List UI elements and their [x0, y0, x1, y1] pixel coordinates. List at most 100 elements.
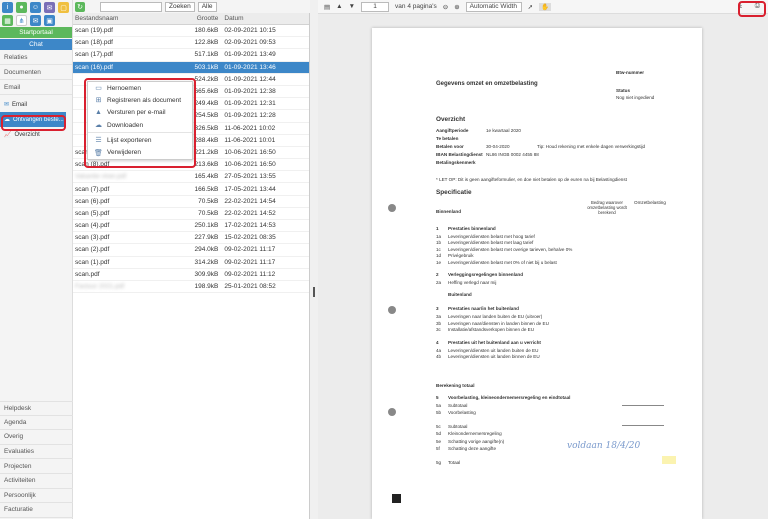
mail-icon[interactable]: ✉: [44, 2, 55, 13]
file-name: Vakantie vloer.pdf: [75, 173, 127, 181]
file-date: 02-09-2021 09:53: [224, 39, 276, 47]
table-row[interactable]: scan (3).pdf 227.9kB 15-02-2021 08:35: [73, 232, 309, 245]
search-input[interactable]: [100, 1, 162, 12]
chat-icon[interactable]: ●: [16, 2, 27, 13]
table-row[interactable]: scan (19).pdf 180.6kB 02-09-2021 10:15: [73, 25, 309, 38]
nav-overig[interactable]: Overig: [0, 430, 73, 445]
overview-heading: Overzicht: [436, 116, 466, 123]
table-row[interactable]: scan (5).pdf 70.5kB 22-02-2021 14:52: [73, 208, 309, 220]
total-line: 5 Voorbelasting, kleineondernemersregelin…: [436, 395, 676, 403]
total-text: Schatting deze aangifte: [448, 446, 497, 451]
punch-hole: [388, 408, 396, 416]
line-code: 2a: [436, 279, 442, 285]
search-button[interactable]: Zoeken: [165, 1, 195, 12]
file-date: 01-09-2021 12:44: [224, 75, 276, 83]
sidebar-toggle-icon[interactable]: ▤: [324, 3, 330, 11]
nav-relaties[interactable]: Relaties: [0, 50, 72, 65]
refresh-icon[interactable]: ↻: [75, 1, 85, 12]
file-date: 01-09-2021 13:46: [224, 63, 276, 71]
pane-splitter[interactable]: [310, 0, 318, 519]
col-date-header[interactable]: Datum: [220, 15, 309, 22]
next-page-icon[interactable]: ▼: [349, 3, 355, 10]
let-op-text: * LET OP: Dit is geen aangifteformulier,…: [436, 177, 627, 182]
table-row[interactable]: Vakantie vloer.pdf 165.4kB 27-05-2021 13:5…: [73, 171, 309, 184]
nav-facturatie[interactable]: Facturatie: [0, 503, 73, 518]
highlight-mark: [662, 456, 676, 464]
hand-tool-icon[interactable]: ✋: [539, 2, 552, 11]
section-number: 2: [436, 271, 439, 277]
splitter-handle[interactable]: [313, 287, 315, 297]
envelope-icon[interactable]: ✉: [30, 15, 41, 26]
highlight-download-print: [738, 1, 766, 17]
col-size-header[interactable]: Grootte: [179, 15, 221, 22]
calendar-icon[interactable]: ▣: [44, 15, 55, 26]
file-date: 10-06-2021 16:50: [224, 161, 276, 169]
overview-label: Betalen voor: [436, 144, 464, 149]
table-row[interactable]: scan.pdf 309.9kB 09-02-2021 11:12: [73, 269, 309, 281]
file-date: 02-09-2021 10:15: [224, 27, 276, 35]
col-amount-header: Bedrag waarover omzetbelasting wordt ber…: [587, 200, 627, 215]
file-toolbar: ↻ Zoeken Alle: [73, 0, 310, 13]
note-icon[interactable]: ▢: [58, 2, 69, 13]
nav-activiteiten[interactable]: Activiteiten: [0, 474, 73, 489]
total-code: 5: [436, 395, 439, 400]
total-line: 5d Kleinondernemersregeling: [436, 431, 676, 439]
zoom-out-icon[interactable]: ⊖: [443, 3, 448, 11]
nav-documenten[interactable]: Documenten: [0, 65, 72, 80]
cursor-tool-icon[interactable]: ➚: [528, 3, 533, 11]
nav-persoonlijk[interactable]: Persoonlijk: [0, 489, 73, 504]
table-row[interactable]: scan (4).pdf 250.1kB 17-02-2021 14:53: [73, 220, 309, 233]
tip-text: Tip: Houd rekening met enkele dagen verw…: [537, 144, 646, 149]
section-heading: 4 Prestaties uit het buitenland aan u ver…: [436, 340, 676, 348]
file-date: 11-06-2021 10:01: [224, 136, 276, 144]
line-text: Installatie/afstandsverkopen binnen de E…: [448, 327, 535, 333]
table-row[interactable]: scan (18).pdf 122.8kB 02-09-2021 09:53: [73, 37, 309, 50]
table-icon[interactable]: ▦: [2, 15, 13, 26]
total-code: 5a: [436, 402, 442, 408]
file-size: 122.8kB: [194, 39, 219, 47]
file-name: scan (19).pdf: [75, 27, 113, 35]
info-icon[interactable]: i: [2, 2, 13, 13]
prev-page-icon[interactable]: ▲: [336, 3, 342, 10]
file-size: 314.2kB: [194, 258, 219, 266]
zoom-select[interactable]: Automatic Width: [465, 1, 522, 12]
table-row[interactable]: scan (2).pdf 294.0kB 09-02-2021 11:17: [73, 244, 309, 257]
nav-email[interactable]: Email: [0, 80, 72, 95]
startportaal-button[interactable]: Startportaal: [0, 27, 72, 38]
sitemap-icon[interactable]: ⋔: [16, 15, 27, 26]
bottom-nav: Helpdesk Agenda Overig Evaluaties Projec…: [0, 401, 73, 518]
spec-heading: Specificatie: [436, 189, 472, 196]
file-name: scan (16).pdf: [75, 63, 113, 71]
line-code: 1e: [436, 259, 442, 265]
file-name: scan (6).pdf: [75, 197, 110, 205]
file-date: 17-02-2021 14:53: [224, 222, 276, 230]
nav-agenda[interactable]: Agenda: [0, 416, 73, 431]
table-row[interactable]: scan (1).pdf 314.2kB 09-02-2021 11:17: [73, 257, 309, 269]
chat-button[interactable]: Chat: [0, 39, 72, 50]
nav-helpdesk[interactable]: Helpdesk: [0, 401, 73, 416]
nav-evaluaties[interactable]: Evaluaties: [0, 445, 73, 460]
table-row[interactable]: Factuur 2021.pdf 198.9kB 25-01-2021 08:52: [73, 281, 309, 294]
page-number-input[interactable]: 1: [361, 1, 390, 12]
file-size: 166.5kB: [194, 185, 219, 193]
signature-line: [622, 425, 664, 426]
users-icon[interactable]: ☺: [30, 2, 41, 13]
table-row[interactable]: scan (7).pdf 166.5kB 17-05-2021 13:44: [73, 183, 309, 196]
all-button[interactable]: Alle: [197, 1, 217, 12]
file-list-header: Bestandsnaam Grootte Datum: [73, 13, 309, 25]
col-name-header[interactable]: Bestandsnaam: [73, 15, 179, 22]
table-row[interactable]: scan (17).pdf 517.1kB 01-09-2021 13:49: [73, 49, 309, 62]
file-size: 294.0kB: [194, 246, 219, 254]
file-date: 25-01-2021 08:52: [224, 283, 276, 291]
sub-item-email[interactable]: ✉ Email: [0, 97, 72, 112]
table-row[interactable]: scan (6).pdf 70.5kB 22-02-2021 14:54: [73, 196, 309, 208]
zoom-in-icon[interactable]: ⊕: [454, 3, 459, 11]
file-date: 01-09-2021 12:31: [224, 100, 276, 108]
total-text: Totaal: [448, 459, 461, 465]
nav-projecten[interactable]: Projecten: [0, 459, 73, 474]
file-date: 17-05-2021 13:44: [224, 185, 276, 193]
punch-hole: [388, 306, 396, 314]
total-line: 5g Totaal: [436, 460, 676, 468]
file-size: 250.1kB: [194, 222, 219, 230]
table-row[interactable]: scan (16).pdf 503.1kB 01-09-2021 13:46: [73, 61, 309, 74]
